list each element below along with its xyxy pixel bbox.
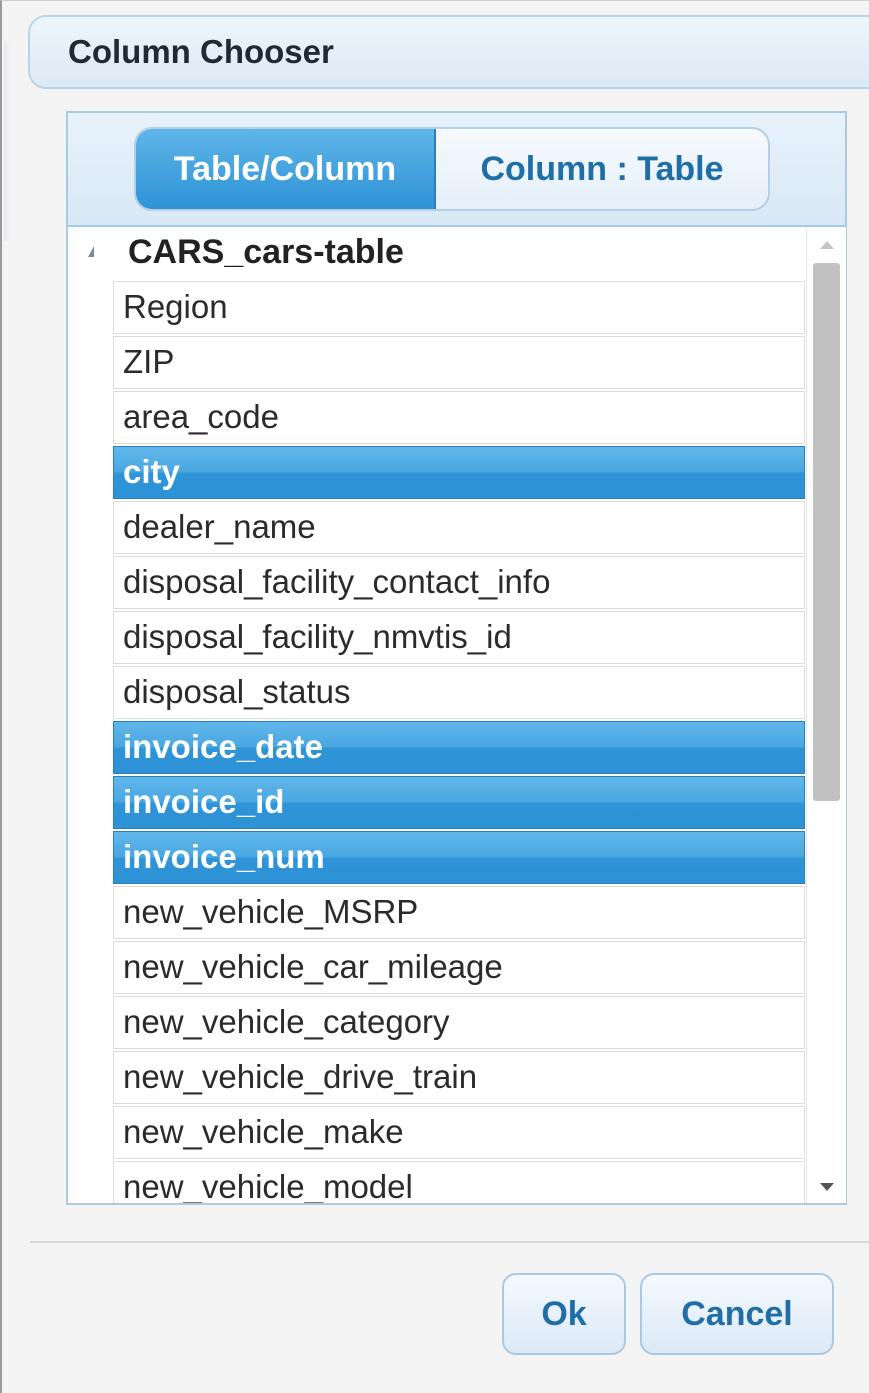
footer-divider (30, 1241, 869, 1243)
tree-root-label: CARS_cars-table (128, 233, 404, 271)
column-tree: CARS_cars-table Region ZIP area_codecity de… (68, 227, 805, 1203)
tree-item-label: invoice_num (123, 838, 325, 875)
cancel-button[interactable]: Cancel (640, 1273, 834, 1355)
window-edge-shadow (4, 41, 12, 241)
scroll-up-arrow-icon[interactable] (820, 241, 834, 249)
tree-item-row[interactable]: area_code (113, 391, 805, 444)
tree-item-row[interactable]: disposal_facility_contact_info (113, 556, 805, 609)
tree-item-row[interactable]: new_vehicle_car_mileage (113, 941, 805, 994)
column-chooser-panel: Table/Column Column : Table CARS_cars-ta… (66, 111, 847, 1205)
tab-table-column[interactable]: Table/Column (136, 129, 436, 209)
view-toggle-group: Table/Column Column : Table (134, 127, 770, 211)
tree-item-row[interactable]: new_vehicle_drive_train (113, 1051, 805, 1104)
tree-item-label: disposal_facility_contact_info (123, 563, 551, 600)
tree-item-label: new_vehicle_model (123, 1168, 413, 1203)
tree-item-row[interactable]: disposal_status (113, 666, 805, 719)
tree-item-label: dealer_name (123, 508, 316, 545)
tree-item-row[interactable]: Region (113, 281, 805, 334)
vertical-scrollbar[interactable] (806, 227, 846, 1203)
tree-item-label: new_vehicle_make (123, 1113, 404, 1150)
tree-item-row[interactable]: invoice_date (113, 721, 805, 774)
tree-item-row[interactable]: new_vehicle_make (113, 1106, 805, 1159)
tree-item-label: city (123, 453, 180, 490)
view-toggle-toolbar: Table/Column Column : Table (68, 113, 845, 227)
expand-triangle-icon[interactable] (88, 246, 94, 257)
tree-item-label: new_vehicle_MSRP (123, 893, 419, 930)
tree-item-label: area_code (123, 398, 279, 435)
tree-item-row[interactable]: invoice_id (113, 776, 805, 829)
column-chooser-dialog: Column Chooser Table/Column Column : Tab… (0, 0, 869, 1393)
tree-root-node[interactable]: CARS_cars-table (68, 227, 805, 281)
scrollbar-thumb[interactable] (813, 263, 840, 801)
tree-item-label: Region (123, 288, 228, 325)
tree-item-row[interactable]: new_vehicle_MSRP (113, 886, 805, 939)
ok-button[interactable]: Ok (502, 1273, 626, 1355)
tree-item-row[interactable]: dealer_name (113, 501, 805, 554)
tree-items: Region ZIP area_codecity dealer_namedisposa… (113, 281, 805, 1203)
tree-item-row[interactable]: city (113, 446, 805, 499)
tree-item-row[interactable]: disposal_facility_nmvtis_id (113, 611, 805, 664)
dialog-title: Column Chooser (68, 33, 334, 70)
tree-item-row[interactable]: invoice_num (113, 831, 805, 884)
tree-item-label: new_vehicle_category (123, 1003, 450, 1040)
scroll-down-arrow-icon[interactable] (820, 1183, 834, 1191)
tree-item-row[interactable]: new_vehicle_category (113, 996, 805, 1049)
tab-column-table[interactable]: Column : Table (436, 129, 768, 209)
tree-item-label: invoice_date (123, 728, 323, 765)
tree-item-label: ZIP (123, 343, 175, 380)
tree-item-label: disposal_status (123, 673, 351, 710)
tree-item-label: invoice_id (123, 783, 285, 820)
tree-item-label: disposal_facility_nmvtis_id (123, 618, 512, 655)
tree-item-label: new_vehicle_drive_train (123, 1058, 478, 1095)
dialog-titlebar[interactable]: Column Chooser (28, 15, 869, 89)
tree-item-label: new_vehicle_car_mileage (123, 948, 503, 985)
tree-item-row[interactable]: ZIP (113, 336, 805, 389)
tree-item-row[interactable]: new_vehicle_model (113, 1161, 805, 1203)
